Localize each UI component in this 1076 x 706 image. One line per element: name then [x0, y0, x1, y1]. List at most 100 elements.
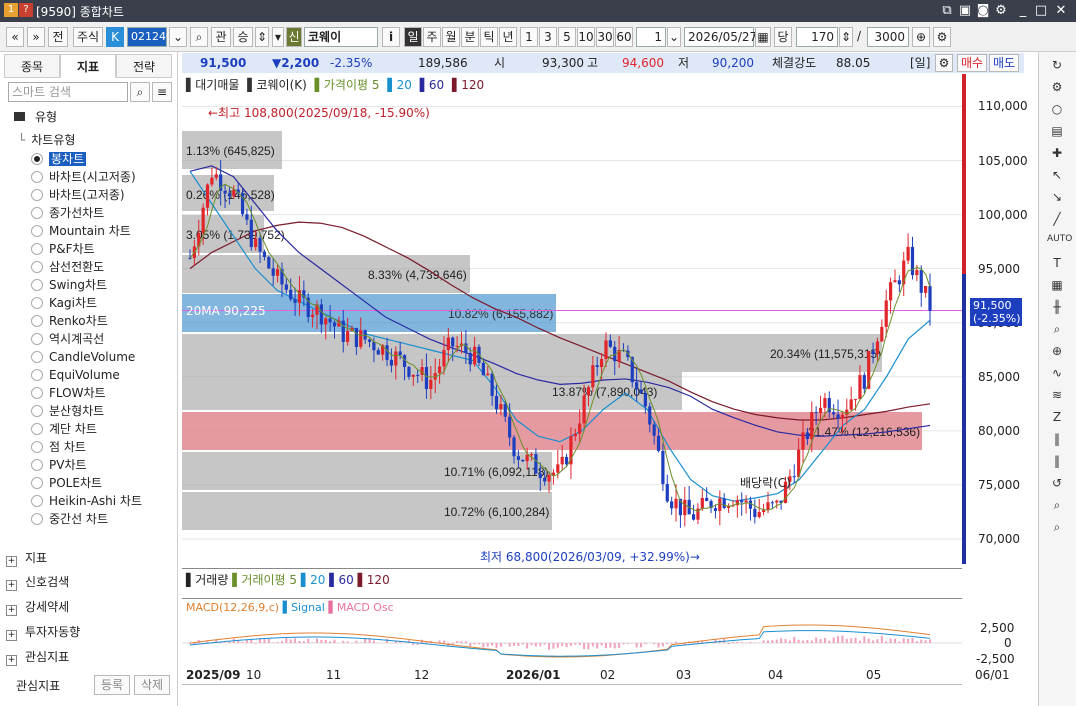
down-arrow-icon[interactable]: ▾	[272, 27, 284, 47]
magnifier-icon[interactable]: ⊕	[1047, 344, 1067, 362]
radio-icon[interactable]	[31, 495, 43, 507]
register-button[interactable]: 등록	[94, 675, 130, 695]
smart-search-input[interactable]: 스마트 검색	[8, 82, 128, 102]
tab-indicators[interactable]: 지표	[60, 54, 116, 78]
radio-icon[interactable]	[31, 405, 43, 417]
fibonacci-icon[interactable]: ≋	[1047, 388, 1067, 406]
radio-icon[interactable]	[31, 333, 43, 345]
chart-type-option[interactable]: 봉차트	[31, 150, 87, 168]
cursor-icon[interactable]: ↘	[1047, 190, 1067, 208]
radio-icon[interactable]	[31, 171, 43, 183]
chart-type-option[interactable]: 역시계곡선	[31, 330, 104, 348]
gear-icon[interactable]: ⚙	[935, 54, 953, 72]
radio-icon[interactable]	[31, 369, 43, 381]
search-icon[interactable]: ⌕	[130, 82, 150, 102]
interval-1[interactable]: 1	[520, 27, 538, 47]
interval-5[interactable]: 5	[558, 27, 576, 47]
type-header[interactable]: 유형	[14, 108, 57, 125]
search-icon[interactable]: ⌕	[1047, 520, 1067, 538]
radio-icon[interactable]	[31, 477, 43, 489]
close-button[interactable]: ✕	[1052, 2, 1070, 20]
prev-button[interactable]: 전	[48, 27, 68, 47]
tab-year[interactable]: 년	[499, 27, 517, 47]
candle-icon[interactable]: ╫	[1047, 300, 1067, 318]
radio-icon[interactable]	[31, 459, 43, 471]
search-icon[interactable]: ⌕	[190, 27, 208, 47]
chart-type-option[interactable]: 종가선차트	[31, 204, 104, 222]
chart-type-option[interactable]: 바차트(고저종)	[31, 186, 125, 204]
seung-button[interactable]: 승	[233, 27, 253, 47]
chart-type-option[interactable]: P&F차트	[31, 240, 95, 258]
scroll-bar[interactable]	[182, 684, 962, 702]
search-icon[interactable]: ⌕	[1047, 498, 1067, 516]
arrow-icon[interactable]: ↖	[1047, 168, 1067, 186]
prev-double-icon[interactable]: «	[6, 27, 24, 47]
price-chart[interactable]: 1.13% (645,825) 0.26% (146,528) 3.05% (1,7…	[182, 74, 962, 566]
k-badge[interactable]: K	[106, 27, 124, 47]
line-icon[interactable]: ╱	[1047, 212, 1067, 230]
radio-icon[interactable]	[31, 423, 43, 435]
info-button[interactable]: i	[382, 27, 400, 47]
chart-type-option[interactable]: Renko차트	[31, 312, 108, 330]
bars-icon[interactable]: ‖	[1047, 454, 1067, 472]
tab-strategy[interactable]: 전략	[116, 54, 172, 78]
section-favorites[interactable]: + 관심지표	[6, 647, 69, 667]
tab-minute[interactable]: 분	[461, 27, 479, 47]
tab-stocks[interactable]: 종목	[4, 54, 60, 78]
text-icon[interactable]: T	[1047, 256, 1067, 274]
chart-type-option[interactable]: 삼선전환도	[31, 258, 104, 276]
radio-icon[interactable]	[31, 315, 43, 327]
delete-button[interactable]: 삭제	[134, 675, 170, 695]
save-icon[interactable]: ▣	[956, 2, 974, 20]
interval-60[interactable]: 60	[615, 27, 633, 47]
tab-month[interactable]: 월	[442, 27, 460, 47]
calendar-icon[interactable]: ▦	[755, 27, 771, 47]
chart-icon[interactable]: ▤	[1047, 124, 1067, 142]
radio-icon[interactable]	[31, 243, 43, 255]
radio-icon[interactable]	[31, 153, 43, 165]
undo-icon[interactable]: ↺	[1047, 476, 1067, 494]
chart-type-option[interactable]: 분산형차트	[31, 402, 104, 420]
chart-type-option[interactable]: POLE차트	[31, 474, 102, 492]
radio-icon[interactable]	[31, 351, 43, 363]
chevron-down-icon[interactable]: ⌄	[169, 27, 187, 47]
pattern-icon[interactable]: ▦	[1047, 278, 1067, 296]
section-indicators[interactable]: + 지표	[6, 548, 47, 568]
chart-type-option[interactable]: PV차트	[31, 456, 87, 474]
settings-icon[interactable]: ⚙	[992, 2, 1010, 20]
zigzag-icon[interactable]: Z	[1047, 410, 1067, 428]
chevron-down-icon[interactable]: ⌄	[667, 27, 681, 47]
chart-type-option[interactable]: Mountain 차트	[31, 222, 131, 240]
radio-icon[interactable]	[31, 261, 43, 273]
section-strength[interactable]: + 강세약세	[6, 597, 69, 617]
tab-tick[interactable]: 틱	[480, 27, 498, 47]
circle-icon[interactable]: ○	[1047, 102, 1067, 120]
gear-icon[interactable]: ⚙	[933, 27, 951, 47]
radio-icon[interactable]	[31, 387, 43, 399]
gwan-button[interactable]: 관	[211, 27, 231, 47]
radio-icon[interactable]	[31, 189, 43, 201]
chart-type-option[interactable]: Heikin-Ashi 차트	[31, 492, 142, 510]
date-input[interactable]: 2026/05/27	[684, 27, 757, 47]
radio-icon[interactable]	[31, 297, 43, 309]
auto-icon[interactable]: AUTO	[1047, 234, 1072, 252]
help-icon[interactable]: ?	[19, 3, 33, 17]
radio-icon[interactable]	[31, 513, 43, 525]
chart-type-option[interactable]: 바차트(시고저종)	[31, 168, 136, 186]
interval-3[interactable]: 3	[539, 27, 557, 47]
chart-type-option[interactable]: 점 차트	[31, 438, 86, 456]
wave-icon[interactable]: ∿	[1047, 366, 1067, 384]
stock-code-input[interactable]: 021240	[127, 27, 173, 47]
minimize-button[interactable]: _	[1014, 2, 1032, 20]
buy-button[interactable]: 매수	[957, 54, 987, 72]
chart-type-option[interactable]: Swing차트	[31, 276, 107, 294]
count-input[interactable]: 170	[796, 27, 838, 47]
chart-type-option[interactable]: FLOW차트	[31, 384, 106, 402]
dropdown-icon[interactable]: »	[27, 27, 45, 47]
chart-type-option[interactable]: CandleVolume	[31, 348, 135, 366]
refresh-icon[interactable]: ↻	[1047, 58, 1067, 76]
dang-button[interactable]: 당	[774, 27, 792, 47]
radio-icon[interactable]	[31, 441, 43, 453]
menu-icon[interactable]: ≡	[152, 82, 172, 102]
link-icon[interactable]: ⧉	[938, 2, 956, 20]
